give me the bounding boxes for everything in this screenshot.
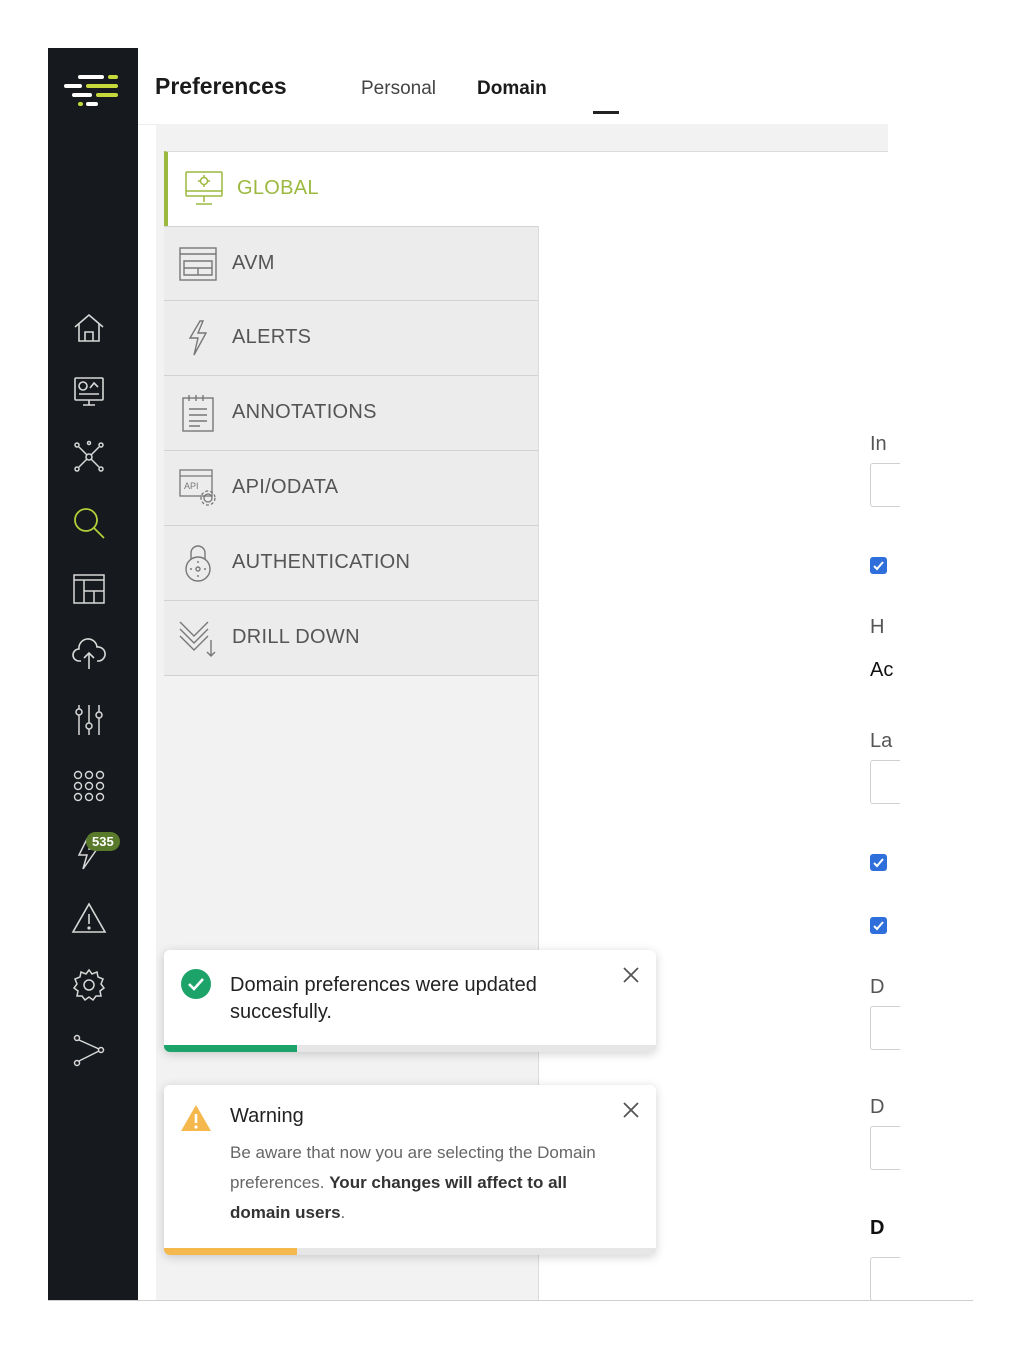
settings-gear-icon[interactable] — [70, 966, 108, 1004]
select-input-partial[interactable] — [870, 1126, 900, 1170]
toast-body-end: . — [340, 1203, 346, 1222]
app-window: 535 Preferences Personal Domain GLOBAL A… — [48, 48, 973, 1301]
notepad-icon — [178, 393, 218, 438]
menu-item-authentication[interactable]: AUTHENTICATION — [164, 526, 538, 601]
padlock-icon — [178, 543, 218, 588]
field-label-partial: D — [870, 976, 885, 998]
menu-item-label: ALERTS — [232, 326, 312, 348]
tab-personal[interactable]: Personal — [361, 78, 436, 100]
success-toast: Domain preferences were updated succesfu… — [164, 950, 656, 1052]
page-header: Preferences Personal Domain — [138, 48, 888, 125]
lightning-icon — [178, 318, 218, 363]
section-heading-partial: D — [870, 1217, 885, 1239]
sliders-icon[interactable] — [70, 701, 108, 739]
menu-item-label: ANNOTATIONS — [232, 401, 377, 423]
checkbox-checked[interactable] — [870, 917, 887, 934]
menu-item-label: AUTHENTICATION — [232, 551, 411, 573]
cloud-upload-icon[interactable] — [70, 635, 108, 673]
menu-item-annotations[interactable]: ANNOTATIONS — [164, 376, 538, 451]
menu-item-drill-down[interactable]: DRILL DOWN — [164, 601, 538, 676]
toast-title: Warning — [230, 1105, 304, 1127]
text-input-partial[interactable] — [870, 1257, 900, 1301]
warning-toast: Warning Be aware that now you are select… — [164, 1085, 656, 1255]
alerts-count-badge: 535 — [86, 832, 120, 851]
share-nodes-icon[interactable] — [70, 1031, 108, 1069]
toast-message: Be aware that now you are selecting the … — [230, 1138, 610, 1228]
warning-icon[interactable] — [70, 899, 108, 937]
menu-item-label: API/ODATA — [232, 476, 339, 498]
menu-item-label: GLOBAL — [237, 177, 319, 199]
success-check-icon — [180, 968, 212, 1005]
search-icon[interactable] — [70, 504, 108, 542]
field-label-partial: H — [870, 616, 885, 638]
layout-grid-icon[interactable] — [70, 570, 108, 608]
window-bottom-border — [48, 1300, 973, 1301]
close-icon[interactable] — [622, 1101, 640, 1124]
active-tab-indicator — [593, 111, 619, 114]
dashboard-monitor-icon[interactable] — [70, 373, 108, 411]
svg-text:API: API — [184, 481, 199, 491]
api-gear-icon: API — [178, 468, 220, 513]
menu-item-global[interactable]: GLOBAL — [164, 151, 888, 226]
menu-item-label: DRILL DOWN — [232, 626, 360, 648]
drill-down-chevrons-icon — [178, 618, 218, 663]
close-icon[interactable] — [622, 966, 640, 989]
monitor-gear-icon — [184, 169, 224, 214]
toast-progress-fill — [164, 1045, 297, 1052]
toast-progress-fill — [164, 1248, 297, 1255]
checkbox-checked[interactable] — [870, 854, 887, 871]
select-input-partial[interactable] — [870, 1006, 900, 1050]
home-icon[interactable] — [70, 309, 108, 347]
field-label-partial: La — [870, 730, 893, 752]
layout-window-icon — [178, 244, 218, 289]
toast-progress-track — [164, 1248, 656, 1255]
text-input-partial[interactable] — [870, 463, 900, 507]
toast-progress-track — [164, 1045, 656, 1052]
apps-grid-icon[interactable] — [70, 767, 108, 805]
menu-item-alerts[interactable]: ALERTS — [164, 301, 538, 376]
warning-triangle-icon — [180, 1103, 212, 1138]
field-value-partial: Ac — [870, 659, 894, 681]
page-title: Preferences — [155, 73, 287, 99]
menu-item-api-odata[interactable]: API API/ODATA — [164, 451, 538, 526]
checkbox-checked[interactable] — [870, 557, 887, 574]
text-input-partial[interactable] — [870, 760, 900, 804]
menu-item-avm[interactable]: AVM — [164, 226, 538, 301]
tab-domain[interactable]: Domain — [477, 78, 547, 100]
field-label-partial: D — [870, 1096, 885, 1118]
network-topology-icon[interactable] — [70, 438, 108, 476]
field-label-partial: In — [870, 433, 887, 455]
menu-item-label: AVM — [232, 252, 275, 274]
toast-message: Domain preferences were updated succesfu… — [230, 974, 537, 1023]
sidebar: 535 — [48, 48, 138, 1301]
app-logo[interactable] — [48, 48, 138, 124]
